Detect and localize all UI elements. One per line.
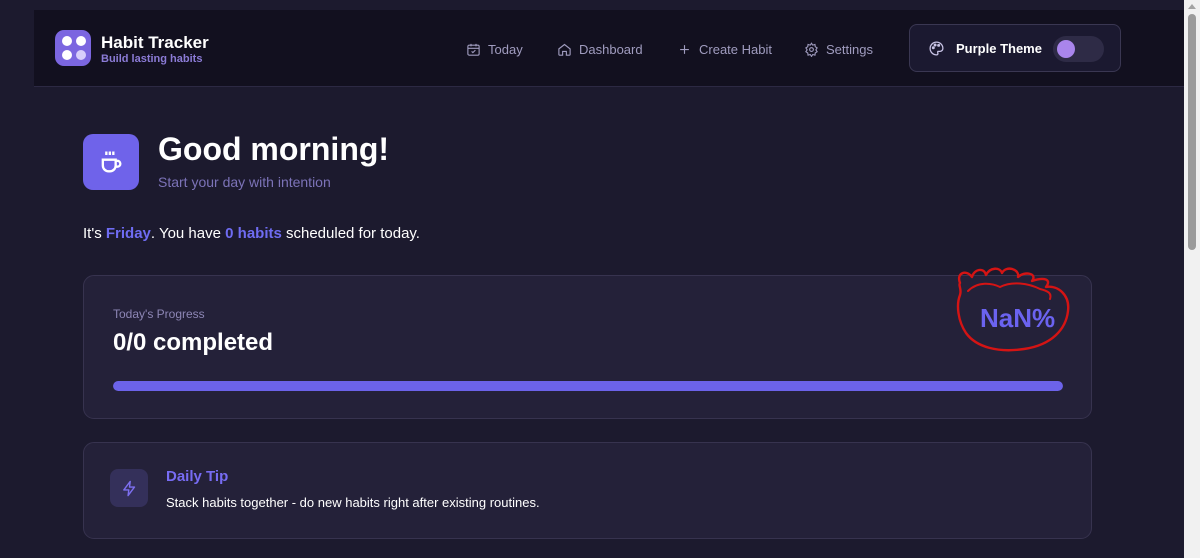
daily-tip-card: Daily Tip Stack habits together - do new… xyxy=(83,442,1092,539)
coffee-cup-icon xyxy=(83,134,139,190)
calendar-check-icon xyxy=(467,43,480,56)
progress-bar-fill xyxy=(113,381,1063,391)
brand-title: Habit Tracker xyxy=(101,33,209,52)
summary-habit-count: 0 habits xyxy=(225,225,282,242)
gear-icon xyxy=(805,41,818,57)
summary-prefix: It's xyxy=(83,225,106,242)
theme-switcher: Purple Theme xyxy=(909,24,1121,72)
nav-dashboard[interactable]: Dashboard xyxy=(557,40,643,58)
page-scrollbar[interactable] xyxy=(1184,0,1200,558)
progress-label: Today's Progress xyxy=(113,307,205,321)
greeting-title: Good morning! xyxy=(158,131,390,167)
nav-today[interactable]: Today xyxy=(466,40,523,58)
left-gutter xyxy=(0,0,34,558)
app-root: Habit Tracker Build lasting habits Today… xyxy=(0,0,1184,558)
home-icon xyxy=(558,43,571,56)
nav-today-label: Today xyxy=(488,41,523,57)
summary-middle: . You have xyxy=(150,225,226,242)
nav-dashboard-label: Dashboard xyxy=(579,41,643,57)
nav-settings[interactable]: Settings xyxy=(804,40,873,58)
nav-create-habit[interactable]: Create Habit xyxy=(677,40,772,58)
brand-subtitle: Build lasting habits xyxy=(101,53,203,65)
greeting-subtitle: Start your day with intention xyxy=(158,174,331,190)
summary-suffix: scheduled for today. xyxy=(281,225,420,242)
progress-bar xyxy=(113,381,1063,391)
theme-toggle-knob xyxy=(1057,40,1075,58)
nav-settings-label: Settings xyxy=(826,41,873,57)
plus-icon xyxy=(680,44,689,54)
progress-percent: NaN% xyxy=(980,303,1056,333)
palette-icon xyxy=(929,41,944,56)
tip-title: Daily Tip xyxy=(166,468,229,485)
progress-card: Today's Progress 0/0 completed NaN% xyxy=(83,275,1092,419)
summary-day: Friday xyxy=(105,225,151,242)
today-summary: It's Friday. You have 0 habits scheduled… xyxy=(83,225,420,242)
progress-count: 0/0 completed xyxy=(113,329,274,356)
lightning-icon xyxy=(110,469,148,507)
nav-create-habit-label: Create Habit xyxy=(699,41,772,57)
app-logo-icon[interactable] xyxy=(55,30,91,66)
theme-toggle[interactable] xyxy=(1053,36,1104,62)
scroll-up-arrow-icon[interactable] xyxy=(1188,4,1196,9)
top-header: Habit Tracker Build lasting habits Today… xyxy=(34,10,1184,87)
theme-label: Purple Theme xyxy=(956,41,1042,56)
scrollbar-thumb[interactable] xyxy=(1188,14,1196,250)
browser-viewport: Habit Tracker Build lasting habits Today… xyxy=(0,0,1200,558)
tip-text: Stack habits together - do new habits ri… xyxy=(166,495,540,510)
